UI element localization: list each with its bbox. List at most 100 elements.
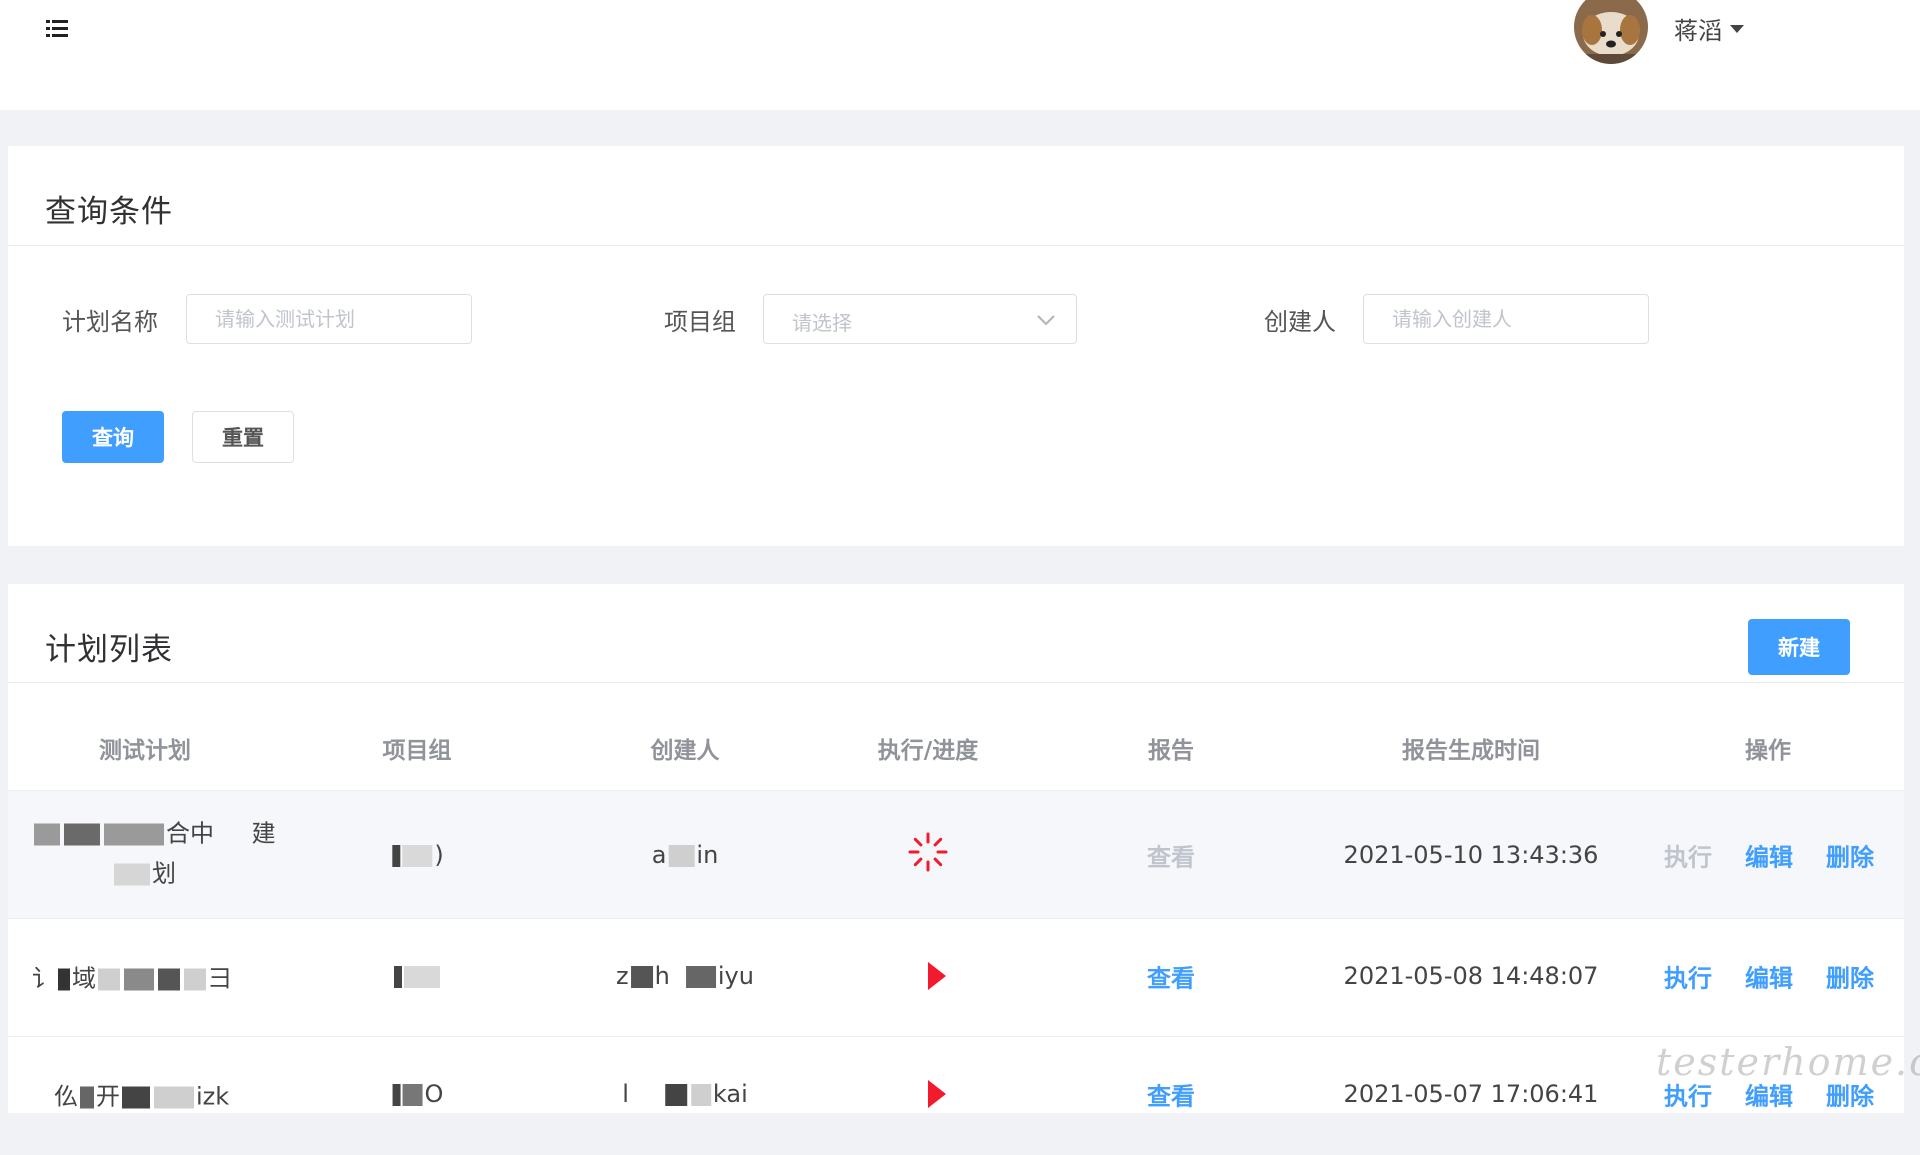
report-time-cell: 2021-05-08 14:48:07 (1343, 962, 1599, 990)
redaction-mask (404, 966, 440, 988)
play-icon[interactable] (928, 962, 946, 990)
creator-fragment: kai (712, 1080, 748, 1108)
report-time-cell: 2021-05-10 13:43:36 (1343, 841, 1599, 869)
redaction-mask (58, 968, 70, 991)
user-name[interactable]: 蒋滔 (1674, 11, 1722, 46)
play-icon[interactable] (928, 1080, 946, 1108)
redaction-mask (392, 845, 401, 867)
plan-name-fragment: 彐 (208, 964, 232, 993)
caret-down-icon[interactable] (1730, 25, 1744, 33)
creator-fragment: a (651, 841, 667, 869)
creator-cell: z h iyu (616, 962, 754, 990)
redaction-mask (80, 1086, 94, 1109)
plan-name-input[interactable] (186, 294, 472, 344)
plan-name-fragment: 讠 (32, 964, 56, 993)
redaction-mask (122, 1086, 150, 1109)
run-link[interactable]: 执行 (1664, 1077, 1712, 1112)
redaction-mask (672, 966, 682, 988)
redaction-mask (104, 823, 164, 846)
redaction-mask (64, 823, 100, 846)
redaction-mask (402, 845, 433, 867)
column-header-creator[interactable]: 创建人 (651, 731, 720, 765)
redaction-mask (664, 1084, 687, 1106)
edit-link[interactable]: 编辑 (1745, 838, 1793, 873)
plan-list-title: 计划列表 (45, 632, 173, 668)
view-report-link[interactable]: 查看 (1147, 1077, 1195, 1112)
plan-name-fragment: 域 (72, 964, 96, 993)
hamburger-menu-icon[interactable] (46, 18, 70, 40)
creator-fragment: iyu (717, 962, 754, 990)
creator-fragment: in (696, 841, 719, 869)
reset-button[interactable]: 重置 (192, 411, 294, 463)
plan-list-panel: 计划列表 新建 测试计划 项目组 创建人 执行/进度 报告 报告生成时间 操作 … (8, 584, 1904, 1113)
redaction-mask (154, 1086, 194, 1109)
column-header-plan[interactable]: 测试计划 (99, 731, 191, 765)
table-row[interactable]: 讠域 彐 z h iyu 查看 2021-05-08 14:48:07 执行 编辑 删… (8, 919, 1904, 1037)
column-header-report[interactable]: 报告 (1148, 731, 1194, 765)
redaction-mask (394, 966, 402, 988)
creator-fragment: h (654, 962, 670, 990)
query-panel: 查询条件 计划名称 项目组 请选择 创建人 查询 重置 (8, 146, 1904, 546)
redaction-mask (158, 968, 180, 991)
redaction-mask (124, 968, 154, 991)
redaction-mask (631, 1084, 661, 1106)
plan-name-fragment: 划 (152, 859, 176, 888)
edit-link[interactable]: 编辑 (1745, 1077, 1793, 1112)
running-spinner-icon (907, 831, 949, 879)
project-group-cell: ) (390, 841, 444, 869)
query-button[interactable]: 查询 (62, 411, 164, 463)
redaction-mask (668, 845, 695, 867)
column-header-actions[interactable]: 操作 (1745, 731, 1791, 765)
table-row[interactable]: 合中 建 划 ) a in 查看 2021-05-10 13:43:36 执行 … (8, 791, 1904, 919)
redaction-mask (630, 966, 653, 988)
divider (8, 682, 1904, 683)
report-time-cell: 2021-05-07 17:06:41 (1343, 1080, 1599, 1108)
plan-name-fragment: 合中 (166, 819, 214, 848)
project-group-fragment: ) (434, 841, 444, 869)
redaction-mask (114, 863, 150, 886)
redaction-mask (685, 966, 716, 988)
delete-link[interactable]: 删除 (1826, 959, 1874, 994)
query-panel-title: 查询条件 (45, 194, 173, 230)
view-report-link[interactable]: 查看 (1147, 838, 1195, 873)
run-link[interactable]: 执行 (1664, 838, 1712, 873)
run-link[interactable]: 执行 (1664, 959, 1712, 994)
plan-name-fragment: 开 (96, 1082, 120, 1111)
redaction-mask (402, 1084, 423, 1106)
table-row[interactable]: 仫开 izk O l kai 查看 2021-05-07 17:06:41 执行 编… (8, 1037, 1904, 1155)
edit-link[interactable]: 编辑 (1745, 959, 1793, 994)
creator-fragment: l (622, 1080, 629, 1108)
plan-name-cell-line2: 划 (112, 854, 176, 889)
plan-name-fragment: 仫 (54, 1082, 78, 1111)
divider (8, 245, 1904, 246)
redaction-mask (34, 823, 60, 846)
creator-cell: l kai (622, 1080, 748, 1108)
creator-input[interactable] (1363, 294, 1649, 344)
plan-name-cell: 合中 建 (32, 814, 276, 849)
plan-name-cell: 仫开 izk (54, 1077, 229, 1112)
view-report-link[interactable]: 查看 (1147, 959, 1195, 994)
column-header-group[interactable]: 项目组 (383, 731, 452, 765)
column-header-report-time[interactable]: 报告生成时间 (1402, 731, 1540, 765)
creator-fragment: z (616, 962, 629, 990)
new-plan-button[interactable]: 新建 (1748, 619, 1850, 675)
redaction-mask (690, 1084, 711, 1106)
creator-label: 创建人 (1264, 308, 1336, 336)
redaction-mask (184, 968, 206, 991)
plan-name-label: 计划名称 (62, 308, 158, 336)
plan-name-fragment: izk (196, 1082, 230, 1111)
redaction-mask (392, 1084, 401, 1106)
delete-link[interactable]: 删除 (1826, 838, 1874, 873)
plan-name-fragment: 建 (251, 819, 276, 848)
project-group-cell: O (391, 1080, 444, 1108)
project-group-fragment: O (424, 1080, 444, 1108)
user-menu[interactable]: 蒋滔 (1674, 10, 1744, 46)
column-header-progress[interactable]: 执行/进度 (878, 731, 978, 765)
avatar[interactable] (1574, 0, 1648, 64)
project-group-cell (392, 962, 442, 990)
delete-link[interactable]: 删除 (1826, 1077, 1874, 1112)
project-group-label: 项目组 (664, 308, 736, 336)
project-group-select[interactable]: 请选择 (763, 294, 1077, 344)
redaction-mask (98, 968, 120, 991)
chevron-down-icon (1034, 307, 1058, 331)
